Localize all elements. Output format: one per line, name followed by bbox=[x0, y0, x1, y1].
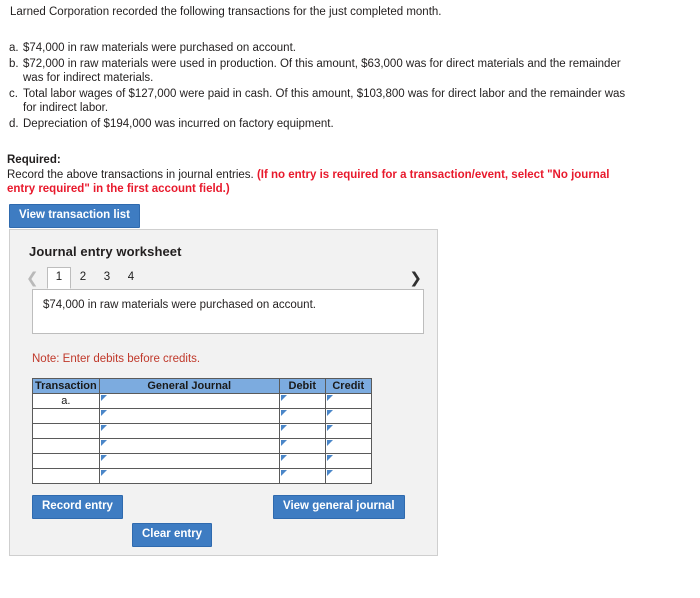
dropdown-caret-icon bbox=[280, 395, 287, 401]
journal-entry-table: Transaction General Journal Debit Credit a. bbox=[32, 378, 372, 484]
credit-input-cell[interactable] bbox=[324, 438, 372, 454]
worksheet-prompt: $74,000 in raw materials were purchased … bbox=[32, 289, 424, 334]
dropdown-caret-icon bbox=[326, 440, 333, 446]
column-header: Debit bbox=[278, 378, 326, 394]
transaction-list: a. $74,000 in raw materials were purchase… bbox=[6, 41, 636, 132]
worksheet-tab-1[interactable]: 1 bbox=[47, 267, 71, 289]
debit-input-cell[interactable] bbox=[278, 438, 326, 454]
transaction-text: $72,000 in raw materials were used in pr… bbox=[23, 57, 621, 85]
transaction-cell bbox=[32, 438, 100, 454]
dropdown-caret-icon bbox=[326, 395, 333, 401]
table-row bbox=[32, 453, 372, 469]
table-header-row: Transaction General Journal Debit Credit bbox=[32, 378, 372, 394]
transaction-letter: c. bbox=[9, 87, 18, 100]
worksheet-title: Journal entry worksheet bbox=[29, 244, 182, 259]
required-block: Required: Record the above transactions … bbox=[7, 153, 617, 197]
transaction-item: a. $74,000 in raw materials were purchase… bbox=[6, 41, 636, 56]
transaction-text: $74,000 in raw materials were purchased … bbox=[23, 42, 296, 54]
transaction-letter: a. bbox=[9, 42, 19, 54]
intro-paragraph: Larned Corporation recorded the followin… bbox=[10, 6, 442, 18]
chevron-right-icon[interactable]: ❯ bbox=[409, 268, 422, 288]
general-journal-input-cell[interactable] bbox=[98, 453, 280, 469]
general-journal-input-cell[interactable] bbox=[98, 468, 280, 484]
dropdown-caret-icon bbox=[280, 425, 287, 431]
required-instruction-line: Record the above transactions in journal… bbox=[7, 168, 617, 197]
transaction-cell bbox=[32, 468, 100, 484]
debit-input-cell[interactable] bbox=[278, 393, 326, 409]
table-row bbox=[32, 438, 372, 454]
transaction-text: Depreciation of $194,000 was incurred on… bbox=[23, 117, 334, 130]
transaction-cell bbox=[32, 408, 100, 424]
dropdown-caret-icon bbox=[326, 455, 333, 461]
debit-input-cell[interactable] bbox=[278, 468, 326, 484]
general-journal-input-cell[interactable] bbox=[98, 393, 280, 409]
debit-input-cell[interactable] bbox=[278, 423, 326, 439]
worksheet-tab-2[interactable]: 2 bbox=[71, 267, 95, 289]
view-transaction-list-button[interactable]: View transaction list bbox=[9, 204, 140, 228]
worksheet-tabstrip: ❮ 1234 ❯ bbox=[26, 267, 422, 290]
clear-entry-button[interactable]: Clear entry bbox=[132, 523, 213, 547]
table-row bbox=[32, 468, 372, 484]
transaction-text: Total labor wages of $127,000 were paid … bbox=[23, 87, 626, 115]
transaction-cell: a. bbox=[32, 393, 100, 409]
transaction-item: b. $72,000 in raw materials were used in … bbox=[6, 57, 636, 86]
dropdown-caret-icon bbox=[326, 410, 333, 416]
dropdown-caret-icon bbox=[280, 440, 287, 446]
record-entry-button[interactable]: Record entry bbox=[32, 495, 123, 519]
credit-input-cell[interactable] bbox=[324, 423, 372, 439]
dropdown-caret-icon bbox=[100, 470, 107, 476]
worksheet-tab-4[interactable]: 4 bbox=[119, 267, 143, 289]
dropdown-caret-icon bbox=[326, 425, 333, 431]
credit-input-cell[interactable] bbox=[324, 408, 372, 424]
transaction-letter: d. bbox=[9, 117, 19, 130]
worksheet-tabs: 1234 bbox=[47, 267, 143, 289]
dropdown-caret-icon bbox=[280, 410, 287, 416]
chevron-left-icon[interactable]: ❮ bbox=[26, 268, 39, 288]
dropdown-caret-icon bbox=[326, 470, 333, 476]
required-instruction: Record the above transactions in journal… bbox=[7, 168, 254, 181]
dropdown-caret-icon bbox=[100, 455, 107, 461]
credit-input-cell[interactable] bbox=[324, 393, 372, 409]
table-row bbox=[32, 423, 372, 439]
general-journal-input-cell[interactable] bbox=[98, 408, 280, 424]
journal-entry-worksheet-panel: Journal entry worksheet ❮ 1234 ❯ $74,000… bbox=[9, 229, 438, 556]
credit-input-cell[interactable] bbox=[324, 468, 372, 484]
transaction-cell bbox=[32, 423, 100, 439]
general-journal-input-cell[interactable] bbox=[98, 423, 280, 439]
column-header: General Journal bbox=[98, 378, 280, 394]
dropdown-caret-icon bbox=[280, 470, 287, 476]
credit-input-cell[interactable] bbox=[324, 453, 372, 469]
view-general-journal-button[interactable]: View general journal bbox=[273, 495, 405, 519]
debits-before-credits-note: Note: Enter debits before credits. bbox=[32, 353, 201, 365]
transaction-cell bbox=[32, 453, 100, 469]
dropdown-caret-icon bbox=[100, 410, 107, 416]
dropdown-caret-icon bbox=[100, 395, 107, 401]
worksheet-tab-3[interactable]: 3 bbox=[95, 267, 119, 289]
dropdown-caret-icon bbox=[100, 440, 107, 446]
question-page: Larned Corporation recorded the followin… bbox=[0, 0, 700, 598]
dropdown-caret-icon bbox=[100, 425, 107, 431]
column-header: Transaction bbox=[32, 378, 100, 394]
transaction-item: d. Depreciation of $194,000 was incurred … bbox=[6, 117, 636, 132]
debit-input-cell[interactable] bbox=[278, 453, 326, 469]
dropdown-caret-icon bbox=[280, 455, 287, 461]
transaction-letter: b. bbox=[9, 57, 19, 70]
column-header: Credit bbox=[324, 378, 372, 394]
required-label: Required: bbox=[7, 154, 61, 166]
table-row bbox=[32, 408, 372, 424]
general-journal-input-cell[interactable] bbox=[98, 438, 280, 454]
transaction-item: c. Total labor wages of $127,000 were pai… bbox=[6, 87, 636, 116]
table-row: a. bbox=[32, 393, 372, 409]
debit-input-cell[interactable] bbox=[278, 408, 326, 424]
